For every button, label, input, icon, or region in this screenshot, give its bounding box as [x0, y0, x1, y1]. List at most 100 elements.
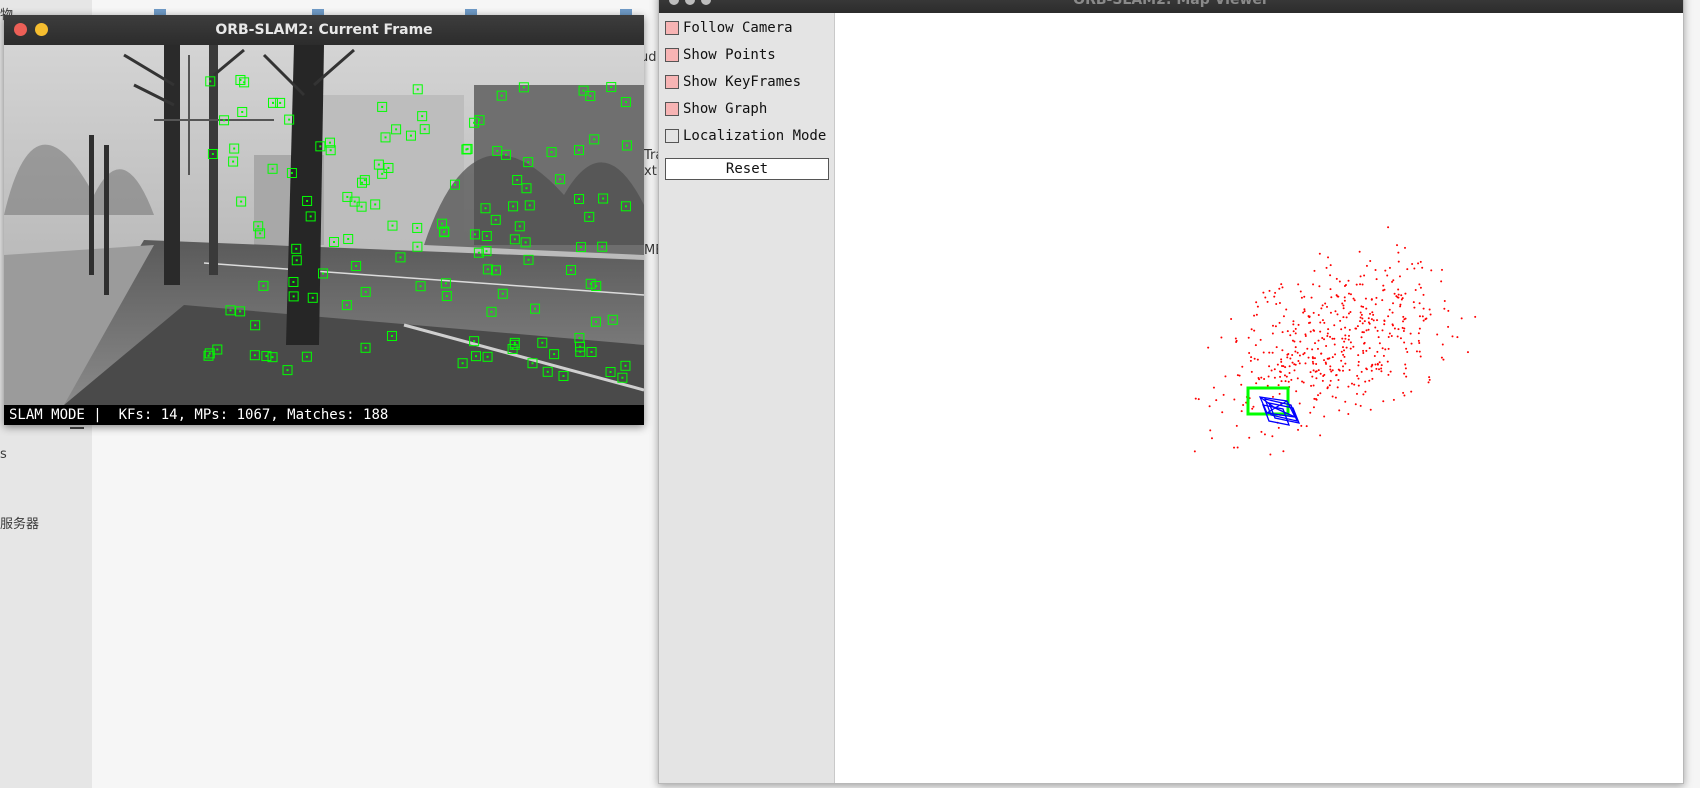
map-point: [1240, 383, 1243, 386]
map-point: [1355, 327, 1358, 330]
follow-camera-checkbox[interactable]: [665, 21, 679, 35]
keyframes-graph: [1258, 396, 1301, 426]
close-icon[interactable]: [669, 0, 679, 5]
map-point: [1392, 279, 1395, 282]
map-point: [1336, 313, 1339, 316]
map-point: [1255, 313, 1258, 316]
show-keyframes-checkbox[interactable]: [665, 75, 679, 89]
map-point: [1309, 321, 1312, 324]
background-text: s: [0, 447, 7, 462]
current-frame-titlebar[interactable]: ORB-SLAM2: Current Frame: [4, 15, 644, 45]
map-point: [1326, 386, 1329, 389]
map-point: [1343, 296, 1346, 299]
feature-point: [473, 340, 476, 343]
feature-point: [527, 161, 530, 164]
feature-point: [513, 341, 516, 344]
map-point: [1395, 295, 1398, 298]
localization-mode-checkbox[interactable]: [665, 129, 679, 143]
map-point: [1342, 369, 1345, 372]
map-point: [1383, 288, 1386, 291]
map-point: [1263, 377, 1266, 380]
map-point: [1323, 338, 1326, 341]
follow-camera-toggle[interactable]: Follow Camera: [665, 18, 793, 38]
background-divider: [70, 427, 84, 429]
feature-point: [232, 160, 235, 163]
maximize-icon[interactable]: [701, 0, 711, 5]
map-point: [1380, 370, 1383, 373]
reset-button[interactable]: Reset: [665, 158, 829, 180]
map-point: [1335, 294, 1338, 297]
show-keyframes-toggle[interactable]: Show KeyFrames: [665, 72, 801, 92]
map-point: [1210, 437, 1213, 440]
map-point: [1328, 384, 1331, 387]
localization-mode-toggle[interactable]: Localization Mode: [665, 126, 826, 146]
feature-point: [243, 81, 246, 84]
map-point: [1316, 347, 1319, 350]
map-point: [1293, 363, 1296, 366]
feature-point: [360, 181, 363, 184]
feature-point: [625, 144, 628, 147]
map-point: [1224, 375, 1227, 378]
show-points-checkbox[interactable]: [665, 48, 679, 62]
map-point: [1418, 342, 1421, 345]
map-point: [1361, 322, 1364, 325]
map-point: [1456, 336, 1459, 339]
feature-point: [353, 200, 356, 203]
feature-point: [253, 354, 256, 357]
feature-point: [513, 343, 516, 346]
feature-point: [609, 371, 612, 374]
map-point: [1387, 226, 1390, 229]
map-point: [1380, 364, 1383, 367]
frame-status-bar: SLAM MODE | KFs: 14, MPs: 1067, Matches:…: [4, 405, 644, 425]
map-point: [1319, 330, 1322, 333]
map-point: [1352, 297, 1355, 300]
map-canvas[interactable]: [835, 13, 1683, 783]
map-point: [1361, 317, 1364, 320]
map-point: [1343, 340, 1346, 343]
map-point: [1238, 374, 1241, 377]
map-point: [1345, 316, 1348, 319]
map-point: [1361, 283, 1364, 286]
map-point: [1369, 408, 1372, 411]
map-point: [1396, 335, 1399, 338]
map-point: [1286, 330, 1289, 333]
map-point: [1260, 376, 1263, 379]
camera-frame-image: [4, 45, 644, 405]
map-point: [1309, 371, 1312, 374]
map-point: [1312, 406, 1315, 409]
map-point: [1294, 332, 1297, 335]
map-point: [1397, 328, 1400, 331]
map-point: [1443, 299, 1446, 302]
map-point: [1236, 446, 1239, 449]
map-viewport[interactable]: [835, 13, 1683, 783]
feature-point: [475, 355, 478, 358]
show-graph-toggle[interactable]: Show Graph: [665, 99, 767, 119]
map-point: [1269, 453, 1272, 456]
map-point: [1410, 390, 1413, 393]
map-point: [1302, 311, 1305, 314]
show-points-toggle[interactable]: Show Points: [665, 45, 776, 65]
feature-point: [229, 309, 232, 312]
feature-point: [347, 237, 350, 240]
show-points-label: Show Points: [683, 47, 776, 63]
map-point: [1298, 362, 1301, 365]
minimize-icon[interactable]: [685, 0, 695, 5]
map-point: [1360, 305, 1363, 308]
map-point: [1387, 315, 1390, 318]
map-point: [1374, 363, 1377, 366]
map-point: [1373, 355, 1376, 358]
map-point: [1266, 300, 1269, 303]
feature-point: [290, 172, 293, 175]
show-graph-checkbox[interactable]: [665, 102, 679, 116]
close-icon[interactable]: [14, 23, 27, 36]
map-point: [1303, 310, 1306, 313]
map-viewer-titlebar[interactable]: ORB-SLAM2: Map Viewer: [659, 0, 1683, 13]
map-point: [1215, 399, 1218, 402]
minimize-icon[interactable]: [35, 23, 48, 36]
map-point: [1337, 368, 1340, 371]
feature-point: [272, 101, 275, 104]
feature-point: [416, 88, 419, 91]
feature-point: [486, 355, 489, 358]
map-point: [1320, 307, 1323, 310]
map-point: [1392, 398, 1395, 401]
